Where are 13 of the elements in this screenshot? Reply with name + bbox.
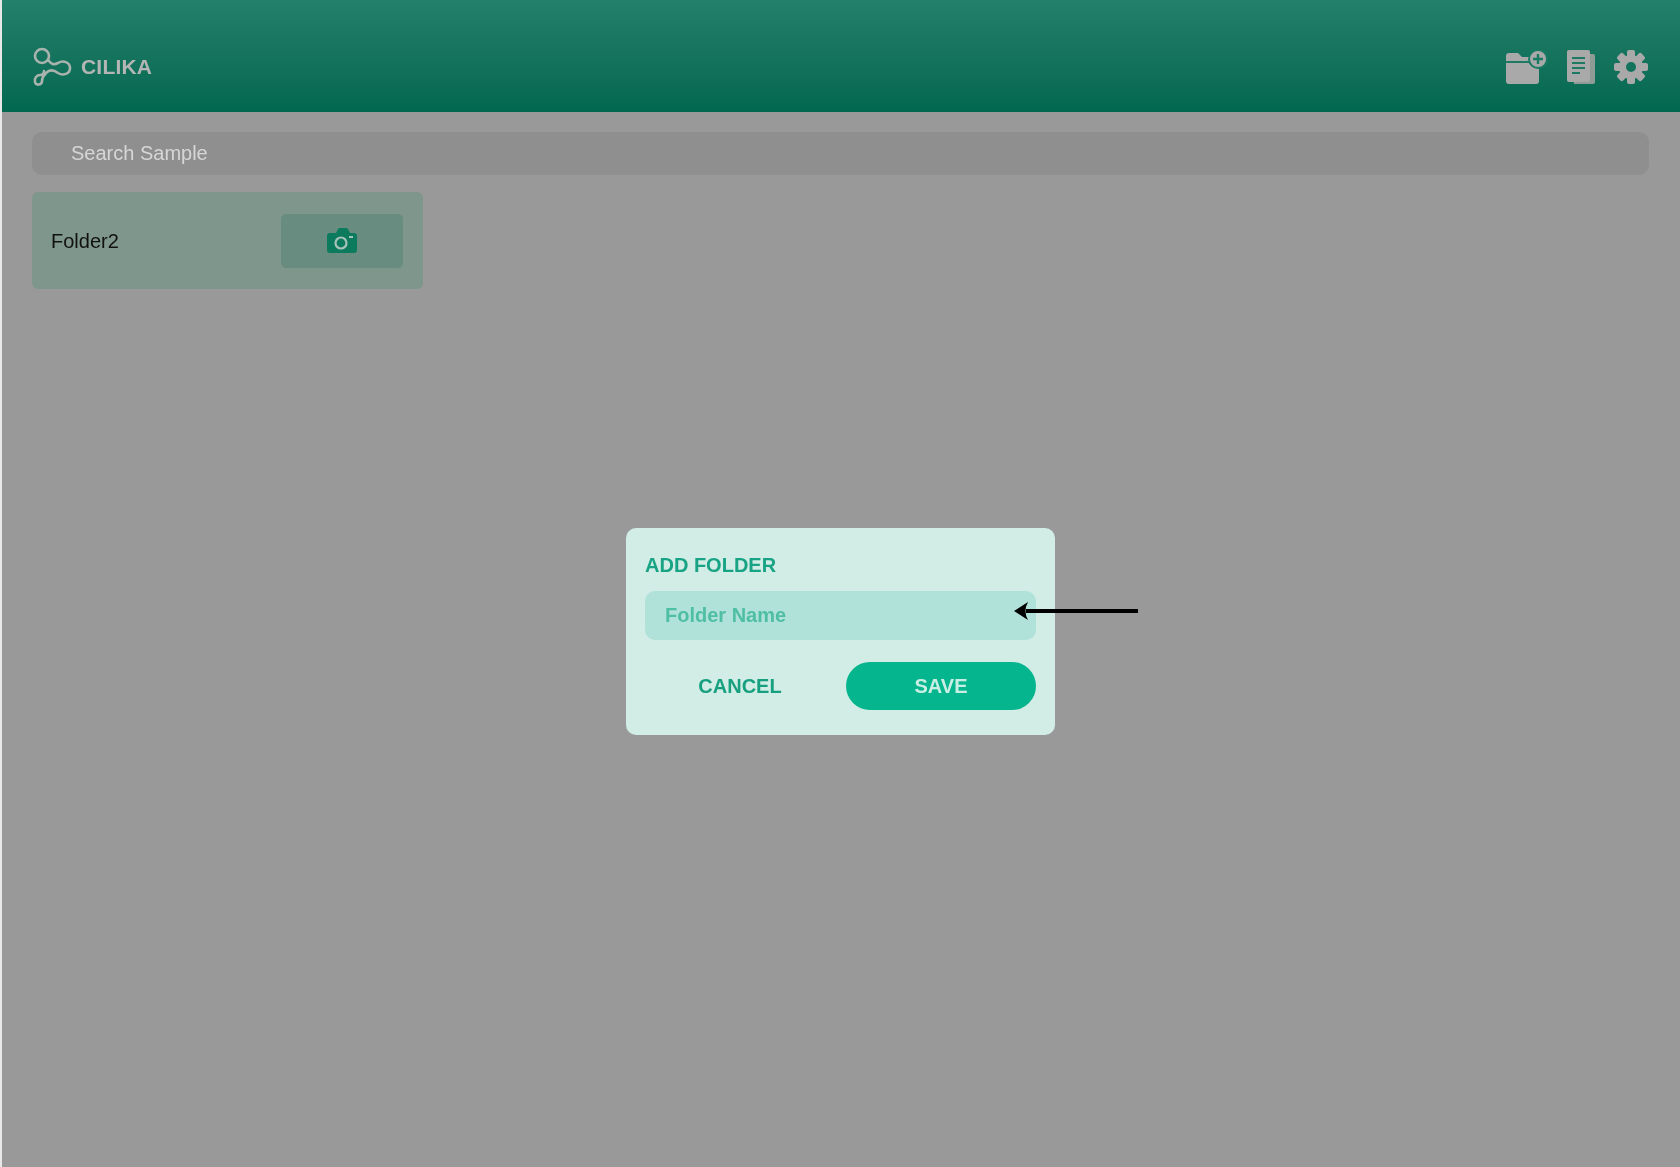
- app-title: CILIKA: [81, 54, 153, 81]
- folder-name: Folder2: [51, 228, 119, 254]
- camera-button[interactable]: [281, 213, 403, 268]
- camera-icon: [327, 228, 357, 253]
- cancel-button[interactable]: CANCEL: [645, 662, 835, 710]
- logo-icon: [32, 47, 72, 87]
- folder-card[interactable]: Folder2: [32, 192, 423, 289]
- document-icon[interactable]: [1566, 50, 1596, 84]
- search-field[interactable]: Search Sample: [32, 132, 1649, 175]
- add-folder-icon[interactable]: [1506, 50, 1548, 84]
- dialog-title: ADD FOLDER: [645, 553, 778, 578]
- save-button[interactable]: SAVE: [846, 662, 1036, 710]
- folder-name-field[interactable]: Folder Name: [645, 591, 1036, 640]
